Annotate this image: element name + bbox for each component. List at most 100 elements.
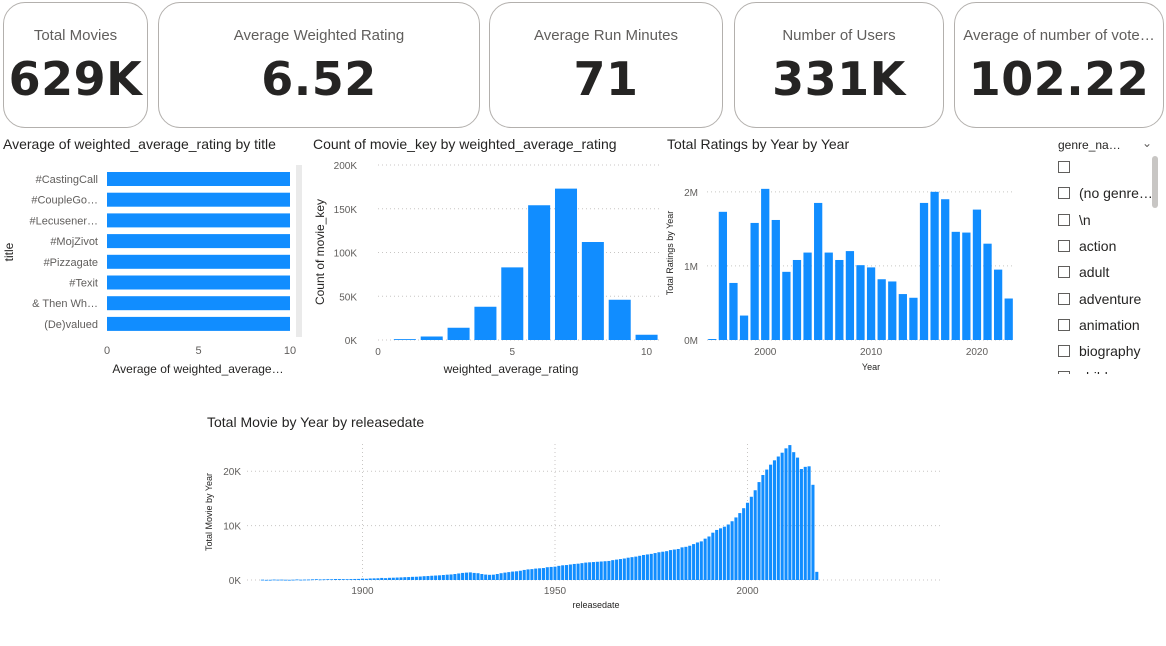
bar[interactable]	[391, 577, 395, 580]
bar[interactable]	[283, 579, 288, 581]
bar[interactable]	[799, 469, 803, 580]
bar[interactable]	[784, 448, 788, 580]
bar[interactable]	[591, 562, 596, 580]
bar[interactable]	[395, 577, 399, 580]
bar[interactable]	[393, 339, 416, 340]
bar[interactable]	[422, 576, 426, 580]
bar[interactable]	[618, 559, 622, 580]
bar[interactable]	[761, 475, 765, 580]
bar[interactable]	[661, 551, 665, 580]
bar[interactable]	[107, 316, 290, 331]
bar[interactable]	[264, 579, 268, 581]
bar[interactable]	[553, 566, 557, 580]
bar[interactable]	[780, 452, 784, 580]
bar[interactable]	[635, 334, 658, 340]
bar[interactable]	[107, 192, 290, 207]
bar[interactable]	[782, 271, 791, 340]
bar[interactable]	[561, 565, 565, 580]
bar[interactable]	[557, 565, 561, 580]
bar[interactable]	[769, 464, 773, 580]
bar[interactable]	[437, 575, 442, 580]
bar[interactable]	[615, 559, 619, 580]
bar[interactable]	[772, 460, 776, 580]
bar[interactable]	[603, 561, 607, 580]
bar[interactable]	[107, 296, 290, 311]
bar[interactable]	[276, 579, 280, 581]
bar[interactable]	[291, 579, 295, 581]
bar[interactable]	[595, 561, 599, 580]
bar[interactable]	[353, 578, 357, 580]
slicer-item[interactable]: (no genre…	[1058, 182, 1153, 204]
genre-slicer[interactable]: genre_na… ⌄ (no genre… \n action adult adven…	[1050, 132, 1162, 374]
bar[interactable]	[491, 574, 495, 580]
bar[interactable]	[107, 172, 290, 186]
bar[interactable]	[337, 579, 341, 580]
bar[interactable]	[407, 577, 411, 580]
bar[interactable]	[357, 578, 361, 580]
slicer-item[interactable]: biography	[1058, 340, 1141, 362]
bar[interactable]	[476, 573, 480, 580]
bar[interactable]	[495, 574, 499, 580]
checkbox[interactable]	[1058, 213, 1070, 226]
bar[interactable]	[364, 578, 368, 580]
bar[interactable]	[983, 243, 992, 340]
bar[interactable]	[824, 252, 833, 340]
bar[interactable]	[484, 574, 488, 580]
bar[interactable]	[376, 578, 380, 580]
bar[interactable]	[703, 538, 707, 580]
bar[interactable]	[472, 572, 476, 580]
bar[interactable]	[811, 484, 815, 580]
bar[interactable]	[665, 551, 669, 580]
bar[interactable]	[372, 578, 376, 580]
bar[interactable]	[726, 524, 730, 580]
chart-rating-by-title[interactable]: #CastingCall #CoupleGo… #Lecusener… #MojZiv…	[0, 155, 305, 380]
kpi-card-average-run-minutes[interactable]: Average Run Minutes 71	[489, 2, 723, 128]
bar[interactable]	[584, 562, 588, 580]
bar[interactable]	[554, 188, 578, 340]
bar[interactable]	[326, 579, 330, 580]
bar[interactable]	[684, 546, 688, 580]
bar[interactable]	[464, 572, 468, 580]
bar[interactable]	[368, 578, 372, 580]
bar[interactable]	[576, 563, 580, 580]
bar[interactable]	[729, 282, 738, 340]
bar[interactable]	[272, 579, 276, 581]
bar[interactable]	[384, 578, 388, 580]
bar[interactable]	[622, 558, 626, 580]
bar[interactable]	[107, 213, 290, 228]
bar[interactable]	[403, 577, 407, 580]
bar[interactable]	[299, 579, 303, 581]
bar[interactable]	[866, 267, 876, 340]
bar[interactable]	[499, 573, 503, 580]
bar[interactable]	[287, 579, 291, 581]
bar[interactable]	[565, 565, 569, 580]
bar[interactable]	[730, 521, 734, 580]
bar[interactable]	[518, 570, 522, 580]
bar[interactable]	[314, 579, 318, 580]
bar[interactable]	[695, 542, 699, 580]
checkbox[interactable]	[1058, 371, 1070, 374]
bar[interactable]	[461, 572, 465, 580]
bar[interactable]	[303, 579, 307, 581]
bar[interactable]	[568, 564, 572, 580]
slicer-item[interactable]: animation	[1058, 314, 1140, 336]
bar[interactable]	[522, 569, 526, 580]
bar[interactable]	[941, 199, 950, 340]
bar[interactable]	[676, 548, 680, 580]
checkbox[interactable]	[1058, 292, 1070, 305]
bar[interactable]	[776, 456, 780, 580]
bar[interactable]	[1004, 298, 1013, 340]
bar[interactable]	[739, 315, 749, 340]
bar[interactable]	[757, 482, 761, 580]
checkbox[interactable]	[1058, 239, 1070, 252]
chart-ratings-by-year[interactable]: 0M 1M 2M 2000 2010 2020 Year Total Ratings by Y…	[662, 155, 1027, 380]
bar[interactable]	[672, 549, 676, 580]
bar[interactable]	[545, 567, 549, 580]
bar[interactable]	[749, 496, 753, 580]
slicer-item[interactable]: adult	[1058, 261, 1109, 283]
bar[interactable]	[788, 445, 792, 580]
bar[interactable]	[538, 568, 542, 580]
bar[interactable]	[260, 579, 264, 581]
slicer-item[interactable]: adventure	[1058, 288, 1141, 310]
bar[interactable]	[761, 188, 770, 340]
